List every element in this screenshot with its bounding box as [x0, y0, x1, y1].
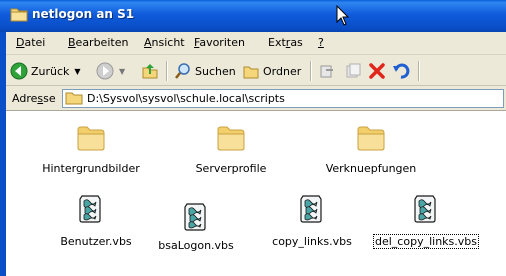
- address-input[interactable]: D:\Sysvol\sysvol\schule.local\scripts: [62, 89, 504, 108]
- folders-icon: [243, 66, 259, 79]
- list-item-file[interactable]: bsaLogon.vbs: [146, 201, 246, 261]
- undo-icon: [393, 63, 410, 79]
- undo-button[interactable]: [392, 62, 410, 80]
- menu-datei[interactable]: Datei: [16, 36, 45, 49]
- address-value: D:\Sysvol\sysvol\schule.local\scripts: [87, 92, 285, 105]
- folder-icon: [356, 124, 386, 155]
- mouse-cursor-icon: [336, 4, 350, 30]
- folder-icon: [216, 124, 246, 155]
- window-title: netlogon an S1: [32, 7, 135, 21]
- toolbar-separator: [166, 61, 168, 81]
- forward-arrow-icon: [96, 62, 114, 80]
- chevron-down-icon[interactable]: ▼: [119, 67, 125, 76]
- up-folder-button[interactable]: [141, 62, 159, 80]
- toolbar-separator: [418, 61, 420, 81]
- address-label: Adresse: [12, 92, 56, 105]
- item-label: Serverprofile: [195, 162, 267, 175]
- item-label-wrap: del_copy_links.vbs: [366, 234, 486, 249]
- address-bar: Adresse D:\Sysvol\sysvol\schule.local\sc…: [6, 86, 506, 111]
- folder-icon: [65, 91, 83, 108]
- menu-help[interactable]: ?: [318, 36, 324, 49]
- vbs-script-icon: [411, 193, 439, 228]
- delete-icon: [369, 63, 385, 79]
- toolbar-separator: [310, 61, 312, 81]
- back-label: Zurück: [31, 64, 70, 78]
- back-button[interactable]: Zurück ▼: [10, 62, 81, 80]
- menu-extras[interactable]: Extras: [268, 36, 303, 49]
- forward-button[interactable]: ▼: [96, 62, 125, 80]
- search-button[interactable]: Suchen: [174, 62, 236, 80]
- copy-to-icon: [346, 63, 361, 78]
- copy-to-button[interactable]: [344, 62, 362, 80]
- menu-ansicht[interactable]: Ansicht: [144, 36, 185, 49]
- file-list: Hintergrundbilder Serverprofile Verknuep…: [6, 111, 506, 276]
- menu-bearbeiten[interactable]: Bearbeiten: [68, 36, 128, 49]
- list-item-folder[interactable]: Serverprofile: [176, 121, 286, 181]
- folders-button[interactable]: Ordner: [242, 62, 301, 80]
- delete-button[interactable]: [368, 62, 386, 80]
- list-item-file-selected[interactable]: del_copy_links.vbs: [366, 193, 486, 253]
- vbs-script-icon: [76, 193, 104, 228]
- vbs-script-icon: [181, 201, 209, 236]
- search-label: Suchen: [195, 64, 236, 78]
- folder-icon: [76, 124, 106, 155]
- title-bar[interactable]: netlogon an S1: [0, 0, 506, 32]
- chevron-down-icon[interactable]: ▼: [74, 67, 80, 76]
- explorer-window: netlogon an S1 Datei Bearbeiten Ansicht Fav…: [0, 0, 506, 276]
- list-item-folder[interactable]: Verknuepfungen: [316, 121, 426, 181]
- search-icon: [175, 63, 190, 79]
- item-label: Benutzer.vbs: [60, 235, 132, 248]
- item-label: bsaLogon.vbs: [158, 239, 234, 252]
- item-label: Hintergrundbilder: [42, 162, 140, 175]
- list-item-file[interactable]: copy_links.vbs: [262, 193, 362, 253]
- back-arrow-icon: [10, 62, 28, 80]
- move-to-button[interactable]: [318, 62, 336, 80]
- folder-icon: [10, 6, 28, 22]
- list-item-file[interactable]: Benutzer.vbs: [46, 193, 146, 253]
- folders-label: Ordner: [263, 64, 302, 78]
- menu-bar: Datei Bearbeiten Ansicht Favoriten Extras?: [6, 32, 506, 55]
- move-to-icon: [320, 65, 333, 78]
- item-label: copy_links.vbs: [272, 235, 352, 248]
- vbs-script-icon: [297, 193, 325, 228]
- folder-up-icon: [142, 64, 158, 79]
- list-item-folder[interactable]: Hintergrundbilder: [36, 121, 146, 181]
- item-label: Verknuepfungen: [325, 162, 417, 175]
- item-label: del_copy_links.vbs: [373, 234, 479, 249]
- menu-favoriten[interactable]: Favoriten: [194, 36, 245, 49]
- toolbar: Zurück ▼ ▼ Suchen Ordner: [6, 55, 506, 86]
